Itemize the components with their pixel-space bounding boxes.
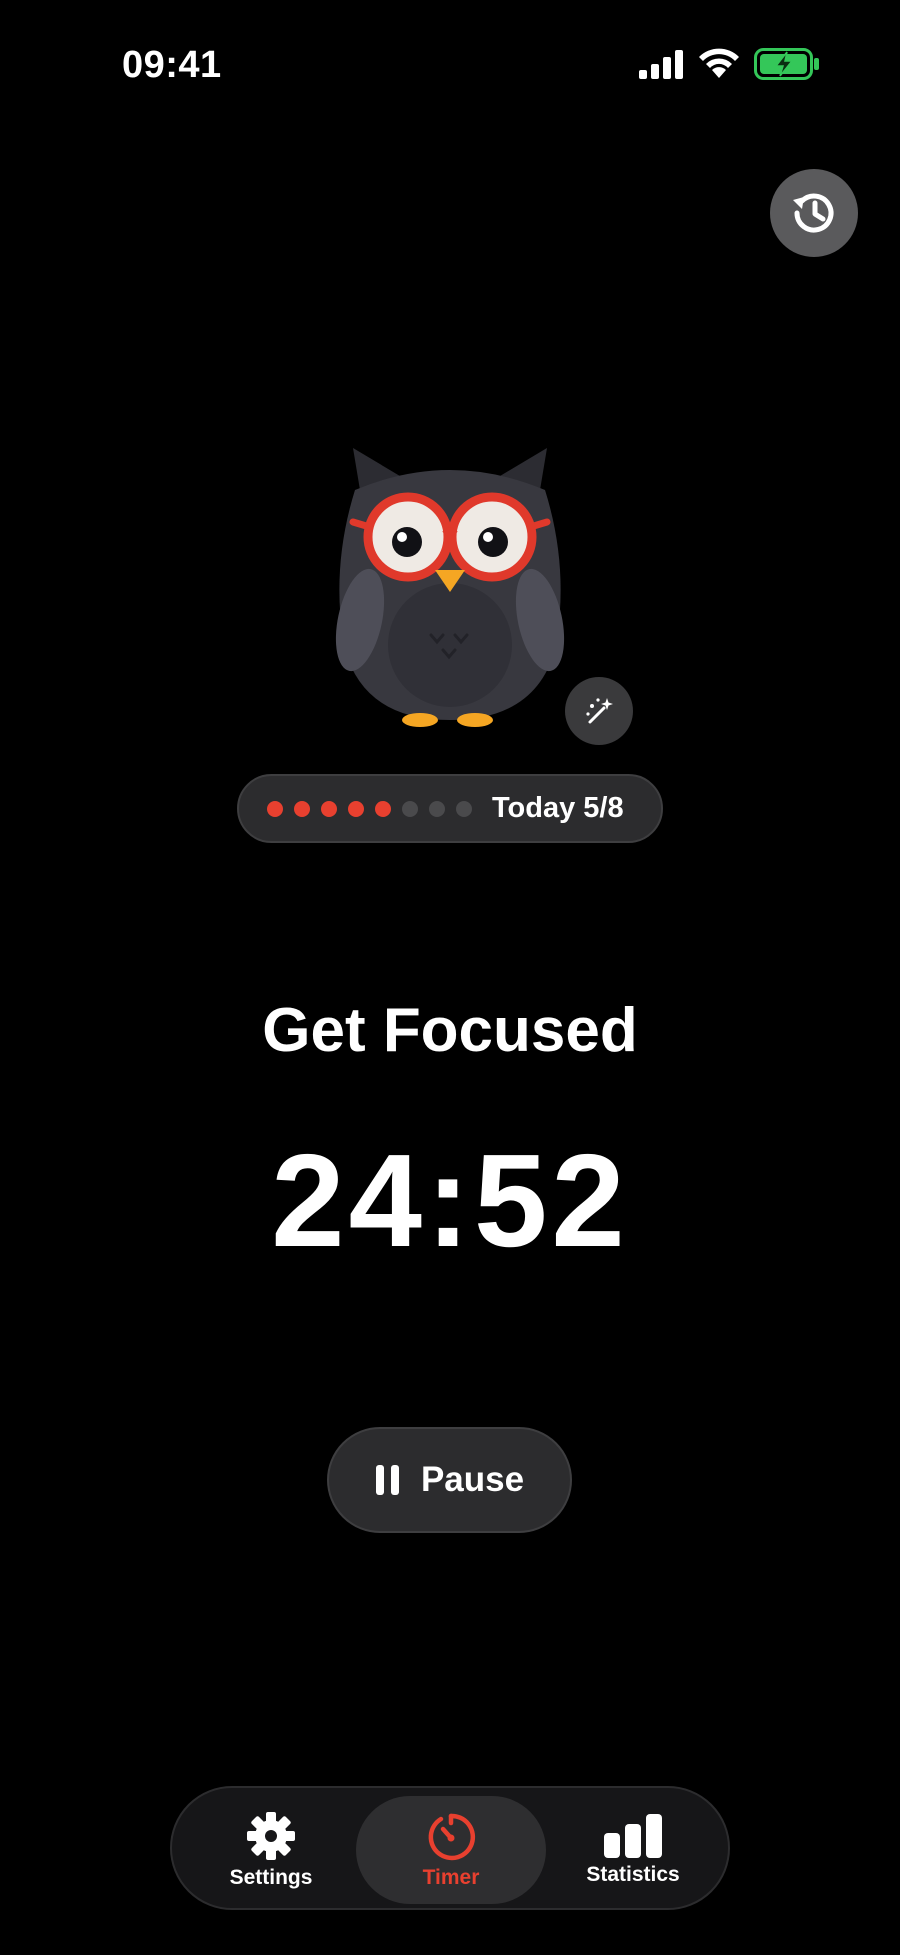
pause-label: Pause [420,1460,525,1499]
status-icons [638,48,820,80]
tab-timer[interactable]: Timer [356,1796,546,1904]
history-button[interactable] [770,169,858,257]
gear-icon [247,1812,295,1860]
progress-dot-pending [402,800,418,817]
history-icon [793,193,834,233]
daily-progress-label: Today 5/8 [492,792,624,824]
tab-label-settings: Settings [229,1866,313,1889]
status-time: 09:41 [122,44,222,86]
magic-wand-icon [586,698,613,724]
tab-label-timer: Timer [422,1866,480,1889]
progress-dot-pending [456,800,472,817]
progress-dot-completed [375,800,391,817]
progress-dot-completed [348,800,364,817]
tab-label-statistics: Statistics [586,1863,680,1886]
daily-progress-pill: Today 5/8 [237,774,663,843]
magic-wand-button[interactable] [565,677,633,745]
tab-bar: Settings Timer Statistics [170,1786,730,1910]
stopwatch-icon [428,1813,476,1861]
bar-chart-icon [604,1814,662,1858]
progress-dot-completed [321,800,337,817]
pause-button[interactable]: Pause [327,1427,572,1533]
progress-dot-completed [267,800,283,817]
progress-dot-completed [294,800,310,817]
countdown-timer: 24:52 [271,1127,629,1274]
owl-mascot [325,430,575,730]
mode-title: Get Focused [262,996,638,1065]
progress-dot-pending [429,800,445,817]
cellular-signal-icon [639,50,683,79]
tab-statistics[interactable]: Statistics [558,1796,708,1904]
progress-dots [267,800,472,817]
owl-illustration [335,448,565,727]
tab-settings[interactable]: Settings [196,1796,346,1904]
pause-icon [375,1465,399,1495]
status-bar: 09:41 [0,0,900,130]
battery-charging-icon [754,48,819,80]
wifi-icon [699,48,739,78]
